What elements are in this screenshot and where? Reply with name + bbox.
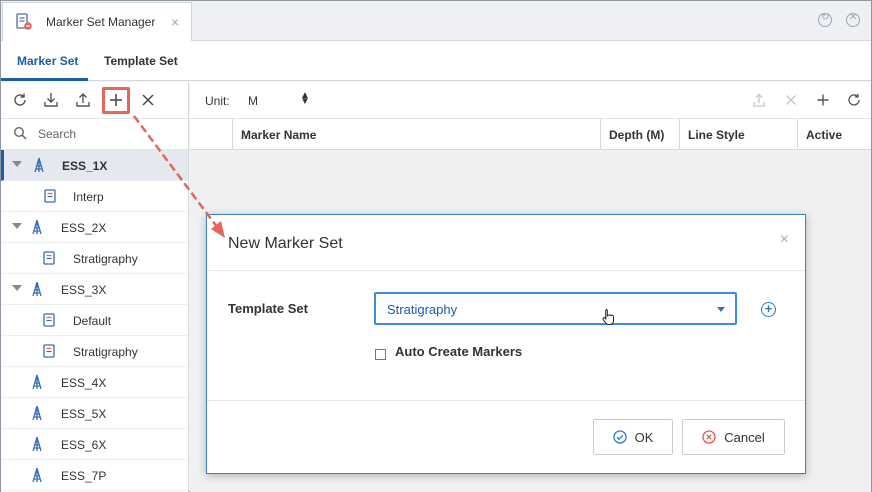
import-icon[interactable] (42, 91, 60, 109)
chevron-down-icon[interactable] (12, 285, 22, 291)
template-set-label: Template Set (228, 301, 308, 316)
tree-item-label: ESS_4X (61, 376, 107, 390)
check-circle-icon (612, 430, 627, 444)
marker-set-tree-panel: Search ESS_1X Interp ESS_2X Stratigraphy… (1, 82, 189, 492)
tab-marker-set[interactable]: Marker Set (17, 54, 78, 68)
well-icon (32, 219, 42, 235)
delete-icon[interactable] (783, 92, 799, 108)
unit-label: Unit: (205, 94, 230, 108)
tree-item-well[interactable]: ESS_4X (1, 367, 188, 398)
marker-set-icon (43, 344, 55, 358)
marker-set-icon (44, 189, 56, 203)
tree-item-well[interactable]: ESS_5X (1, 398, 188, 429)
marker-set-manager-window: Marker Set Manager × ↻ ✕ Marker Set Temp… (0, 0, 872, 492)
window-tab-title: Marker Set Manager (46, 15, 156, 29)
divider (207, 400, 805, 401)
tree-item-label: ESS_7P (61, 469, 107, 483)
add-icon[interactable] (815, 92, 831, 108)
subtab-bar: Marker Set Template Set (1, 41, 871, 81)
export-icon[interactable] (74, 91, 92, 109)
tree-item-well[interactable]: ESS_7P (1, 460, 188, 491)
sort-arrows-icon[interactable]: ▲ ▼ (300, 91, 310, 107)
cancel-button[interactable]: Cancel (682, 419, 785, 455)
tree-item-well[interactable]: ESS_2X (1, 212, 188, 243)
well-icon (32, 281, 42, 297)
auto-create-checkbox[interactable] (375, 349, 386, 360)
tree-item-well[interactable]: ESS_6X (1, 429, 188, 460)
chevron-down-icon[interactable] (12, 161, 22, 167)
chevron-down-icon[interactable] (12, 223, 22, 229)
refresh-icon[interactable] (11, 91, 29, 109)
add-button-highlight (102, 87, 130, 114)
tree-item-label: Stratigraphy (73, 252, 138, 266)
close-tab-icon[interactable]: × (171, 14, 179, 30)
marker-set-icon (43, 251, 55, 265)
search-input[interactable]: Search (38, 127, 76, 141)
tree-item-set[interactable]: Default (1, 305, 188, 336)
tree-item-label: Default (73, 314, 112, 328)
marker-document-icon (16, 13, 32, 30)
marker-set-icon (43, 313, 55, 327)
tree-item-label: Stratigraphy (73, 345, 138, 359)
tree-item-set[interactable]: Stratigraphy (1, 336, 188, 367)
search-icon (13, 126, 27, 140)
export-icon[interactable] (751, 92, 767, 108)
delete-icon[interactable] (139, 91, 157, 109)
search-box[interactable]: Search (1, 119, 188, 150)
tree-item-label: ESS_6X (61, 438, 107, 452)
add-template-icon[interactable]: + (761, 302, 776, 317)
column-active[interactable]: Active (797, 119, 871, 150)
chevron-down-icon[interactable] (717, 307, 725, 312)
column-line-style[interactable]: Line Style (679, 119, 797, 150)
ok-button[interactable]: OK (593, 419, 673, 455)
template-set-value: Stratigraphy (387, 302, 458, 317)
well-icon (32, 436, 42, 452)
divider (207, 270, 805, 271)
tree-item-label: ESS_2X (61, 221, 107, 235)
tree-item-set[interactable]: Interp (1, 181, 188, 212)
tree-item-label: ESS_5X (61, 407, 107, 421)
tab-template-set[interactable]: Template Set (104, 54, 178, 68)
close-window-icon[interactable]: ✕ (846, 12, 860, 27)
refresh-icon[interactable] (846, 92, 862, 108)
cancel-label: Cancel (724, 429, 765, 445)
dialog-title: New Marker Set (228, 235, 343, 252)
template-set-select[interactable]: Stratigraphy (374, 292, 737, 325)
tree-item-label: Interp (73, 190, 104, 204)
well-icon (32, 467, 42, 483)
left-toolbar (1, 82, 188, 119)
right-toolbar: Unit: M ▲ ▼ (190, 82, 871, 119)
auto-create-label: Auto Create Markers (395, 344, 523, 359)
well-icon (32, 374, 42, 390)
tree-item-label: ESS_3X (61, 283, 107, 297)
well-icon (34, 157, 44, 173)
column-depth[interactable]: Depth (M) (600, 119, 679, 150)
tree-item-label: ESS_1X (62, 159, 108, 173)
unit-select[interactable]: M (248, 94, 258, 108)
window-tab[interactable]: Marker Set Manager × (2, 2, 192, 41)
new-marker-set-dialog: New Marker Set × Template Set Stratigrap… (206, 214, 806, 474)
window-tab-bar: Marker Set Manager × ↻ ✕ (1, 1, 871, 41)
active-tab-indicator (1, 78, 88, 81)
close-icon[interactable]: × (780, 231, 789, 249)
restore-icon[interactable]: ↻ (818, 12, 832, 27)
well-icon (32, 405, 42, 421)
ok-label: OK (634, 429, 654, 445)
column-marker-name[interactable]: Marker Name (232, 119, 600, 150)
tree-item-set[interactable]: Stratigraphy (1, 243, 188, 274)
tree-item-well[interactable]: ESS_3X (1, 274, 188, 305)
hand-cursor-icon (602, 309, 614, 325)
cancel-circle-icon (702, 430, 716, 444)
tree-item-well[interactable]: ESS_1X (1, 150, 188, 181)
table-header: Marker Name Depth (M) Line Style Active (190, 119, 871, 150)
